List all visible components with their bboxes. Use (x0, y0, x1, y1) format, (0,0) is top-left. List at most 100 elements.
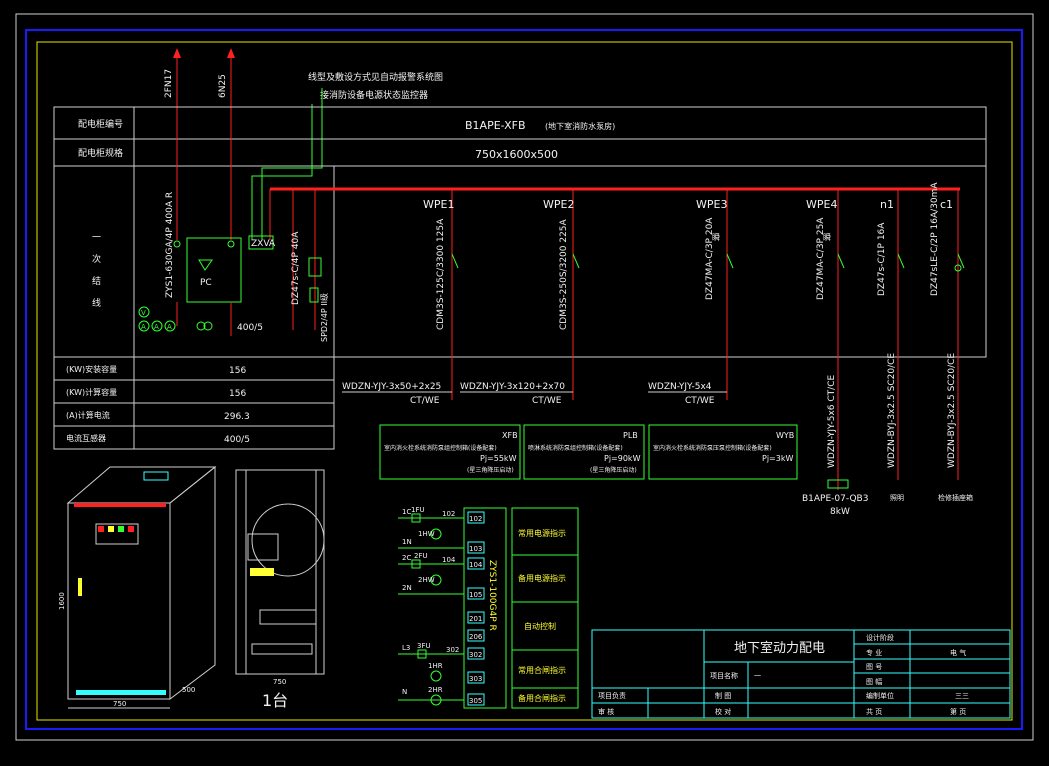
incoming-breaker: ZYS1-630GA/4P 400A R (165, 192, 175, 298)
tb-total: 共 页 (866, 707, 882, 716)
cable-3: WDZN-YJY-5x4 (648, 382, 712, 392)
meter-a1: A (141, 323, 146, 331)
row2-value: 750x1600x500 (475, 148, 558, 161)
ctrl-wire-label: 1N (402, 538, 412, 546)
load-5-name: 照明 (890, 494, 904, 502)
breaker-contact (897, 253, 905, 269)
branch-id: WPE4 (806, 198, 837, 211)
feeder-right-label: 6N25 (218, 74, 228, 98)
param-value: 156 (229, 389, 246, 399)
param-label: (KW)计算容量 (66, 387, 117, 397)
indicator-lamp-icon (118, 526, 124, 532)
branch-wpe3: WPE3 DZ47MA-C/3P 20A 瞬 (696, 189, 734, 400)
spd-fuse (309, 287, 319, 303)
breaker-contact (957, 253, 965, 269)
load-4-kw: 8kW (830, 507, 850, 517)
ctrl-num: 104 (442, 556, 456, 564)
load-code: PLB (623, 431, 638, 440)
yellow-frame (36, 41, 1013, 721)
note-line1: 线型及敷设方式见自动报警系统图 (308, 71, 443, 83)
tb-unit-label: 编制单位 (866, 691, 894, 700)
cable-2: WDZN-YJY-3x120+2x70 (460, 382, 565, 392)
ctrl-fuse-label: 3FU (417, 642, 431, 650)
tb-scale: 图 幅 (866, 677, 882, 686)
row3-label-4: 线 (92, 297, 101, 309)
branch-id: c1 (940, 198, 953, 211)
terminal-strip (250, 568, 274, 576)
ctrl-label: 自动控制 (524, 621, 556, 631)
ctrl-wire-label: 2C (402, 554, 411, 562)
ctrl-label: 常用电源指示 (518, 528, 566, 538)
param-label: (KW)安装容量 (66, 364, 117, 374)
load-box-plb: PLB 喷淋系统消防泵组控制箱(设备配套) Pj=90kW (星三角降压启动) (523, 424, 645, 480)
ctrl-terminal: 303 (469, 675, 482, 683)
lamp-label: 2HW (418, 576, 435, 584)
cable-5: WDZN-BYJ-3x2.5 SC20/CE (887, 353, 897, 468)
drawing-canvas: 线型及敷设方式见自动报警系统图 接消防设备电源状态监控器 2FN17 6N25 … (0, 0, 1049, 766)
control-circuit: ZYS1-100G4P R 1C 1FU 102 102 1HW 1N 103 … (398, 506, 579, 709)
row3-label-2: 次 (92, 253, 101, 265)
ctrl-terminal: 104 (469, 561, 483, 569)
breaker-contact (837, 253, 845, 269)
side-body (235, 469, 325, 675)
cable-4: WDZN-YJY-5x6 CT/CE (827, 375, 837, 468)
ctrl-terminal: 201 (469, 615, 482, 623)
monitor-wire-2 (251, 104, 313, 240)
cable-6: WDZN-BYJ-3x2.5 SC20/CE (947, 353, 957, 468)
row2-label: 配电柜规格 (78, 147, 123, 159)
tb-draw: 制 图 (715, 691, 731, 700)
load-desc: 室内消火栓系统消防泵组控制箱(设备配套) (384, 444, 497, 452)
branch-breaker: DZ47MA-C/3P 20A (705, 217, 715, 300)
breaker-contact (726, 253, 734, 269)
ctrl-terminal: 103 (469, 545, 482, 553)
triangle-icon (198, 259, 213, 271)
side-breakers (259, 609, 317, 625)
breaker-contact (451, 253, 459, 269)
ctrl-terminal: 105 (469, 591, 482, 599)
load-4-name: B1APE-07-QB3 (802, 494, 868, 504)
cabinet-height: 1600 (58, 592, 66, 610)
cable-3-lay: CT/WE (685, 396, 715, 406)
tb-review: 校 对 (715, 707, 731, 716)
branch-breaker: DZ47MA-C/3P 25A (816, 217, 826, 300)
meter-a2: A (154, 323, 159, 331)
branch-id: WPE3 (696, 198, 727, 211)
ctrl-terminal: 302 (469, 651, 482, 659)
lamp-label: 1HR (428, 662, 443, 670)
breaker-contact (572, 253, 580, 269)
row3-label-3: 结 (92, 275, 101, 287)
main-table (53, 106, 987, 358)
indicator-lamp-icon (128, 526, 134, 532)
branch-breaker: CDM3S-125C/3300 125A (436, 218, 446, 330)
ctrl-terminal: 206 (469, 633, 483, 641)
ctrl-wire-label: N (402, 688, 407, 696)
title-block: 地下室动力配电 设计阶段 专 业 电 气 图 号 图 幅 项目名称 一 项目负责… (591, 629, 1011, 719)
ctrl-terminal: 305 (469, 697, 482, 705)
ctrl-label: 常用合闸指示 (518, 665, 566, 675)
ctrl-label: 备用合闸指示 (518, 693, 566, 703)
cabinet-front-view: 750 500 1600 (58, 465, 217, 709)
param-value: 296.3 (224, 412, 250, 422)
indicator-lamp-icon (98, 526, 104, 532)
branch-id: n1 (880, 198, 894, 211)
side-terminals (251, 643, 313, 655)
arrow-up-icon (227, 48, 235, 58)
contact (227, 240, 235, 248)
cabinet-body (67, 502, 171, 700)
branch-wpe4: WPE4 DZ47MA-C/3P 25A 瞬 (806, 189, 845, 490)
ctrl-num: 302 (446, 646, 459, 654)
tb-discipline: 电 气 (950, 648, 966, 657)
load-pj: Pj=3kW (762, 454, 793, 463)
row1-sub: (地下室消防水泵房) (545, 121, 615, 131)
tb-drawing-no: 图 号 (866, 663, 882, 671)
branch-id: WPE2 (543, 198, 574, 211)
cabinet-base (76, 690, 166, 695)
load-code: XFB (502, 431, 518, 440)
ct-label: 400/5 (237, 323, 263, 333)
branch-tag: 瞬 (712, 233, 720, 242)
indicator-lamp-icon (108, 526, 114, 532)
cabinet-width: 750 (113, 700, 126, 708)
feeder-left-label: 2FN17 (164, 69, 174, 98)
tb-unit: 三三 (955, 692, 969, 700)
meter-a3: A (167, 323, 172, 331)
